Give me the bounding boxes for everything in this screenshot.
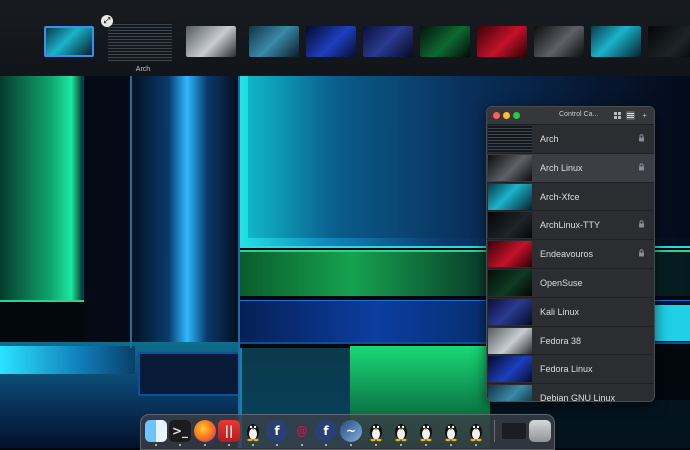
space-thumbnail-desktop-10[interactable] [591, 26, 641, 57]
control-center-window: Control Ca... + Arch Arch Linux Arch-Xfce A… [486, 106, 655, 402]
vm-list-item[interactable]: Kali Linux [487, 298, 654, 327]
tux-vm-1-icon[interactable] [242, 420, 264, 442]
running-indicator [276, 444, 278, 446]
fedora-vm-1-icon[interactable]: f [266, 420, 288, 442]
space-thumbnail-desktop-3[interactable] [186, 26, 236, 57]
wallpaper-blue-bar [130, 76, 240, 346]
vm-list-item[interactable]: Arch [487, 125, 654, 154]
grid-view-icon[interactable] [613, 111, 622, 120]
tux-vm-4-icon[interactable] [415, 420, 437, 442]
wallpaper-green-panel [0, 76, 84, 301]
vm-name: Kali Linux [540, 306, 580, 317]
vm-name: Debian GNU Linux [540, 393, 616, 402]
vm-thumbnail [488, 327, 532, 354]
tux-vm-6-icon[interactable] [465, 420, 487, 442]
running-indicator [252, 444, 254, 446]
vm-thumbnail [488, 126, 532, 152]
kali-vm-icon[interactable]: ~ [340, 420, 362, 442]
parallels-icon[interactable]: || [218, 420, 240, 442]
vm-thumbnail [488, 212, 532, 239]
tux-vm-3-icon[interactable] [390, 420, 412, 442]
space-thumbnail-desktop-5[interactable] [306, 26, 356, 57]
wallpaper-line [238, 76, 240, 448]
vm-name: Arch [540, 134, 559, 144]
space-label: Arch [135, 66, 151, 73]
vm-name: OpenSuse [540, 277, 583, 288]
space-thumbnail-desktop-9[interactable] [534, 26, 584, 57]
desktop-folder-icon[interactable] [502, 423, 526, 439]
wallpaper-line [0, 300, 84, 302]
space-thumbnail-desktop-11[interactable] [648, 26, 690, 57]
fedora-vm-2-icon[interactable]: f [315, 420, 337, 442]
window-titlebar[interactable]: Control Ca... + [487, 107, 654, 125]
trash-icon[interactable] [529, 420, 551, 442]
wallpaper-bottom-box [138, 352, 240, 396]
vm-list-item[interactable]: Fedora Linux [487, 355, 654, 385]
running-indicator [155, 444, 157, 446]
vm-thumbnail [488, 183, 532, 210]
tux-vm-2-icon[interactable] [365, 420, 387, 442]
space-thumbnail-desktop-6[interactable] [363, 26, 413, 57]
dock: >_ || f @ f ~ [140, 414, 555, 450]
running-indicator [425, 444, 427, 446]
lock-icon [638, 163, 645, 171]
vm-list: Arch Arch Linux Arch-Xfce ArchLinux-TTY Ende… [487, 125, 654, 402]
vm-name: Arch Linux [540, 162, 583, 173]
firefox-icon[interactable] [194, 420, 216, 442]
wallpaper-line [130, 76, 132, 348]
vm-thumbnail [488, 241, 532, 268]
vm-name: Fedora Linux [540, 364, 593, 375]
wallpaper-dark-strip [84, 76, 130, 346]
wallpaper-bottom-highlight [0, 346, 135, 374]
mission-control-spaces-bar: ⤢ Arch [0, 0, 690, 76]
space-thumbnail-desktop-4[interactable] [249, 26, 299, 57]
running-indicator [179, 444, 181, 446]
space-thumbnail-desktop-1[interactable] [44, 26, 94, 57]
list-view-icon[interactable] [626, 111, 635, 120]
running-indicator [375, 444, 377, 446]
vm-name: Endeavouros [540, 249, 594, 260]
vm-list-item[interactable]: Fedora 38 [487, 327, 654, 356]
close-button[interactable] [493, 112, 500, 119]
running-indicator [350, 444, 352, 446]
vm-thumbnail [488, 298, 532, 325]
vm-list-item[interactable]: OpenSuse [487, 269, 654, 298]
vm-list-item[interactable]: Debian GNU Linux [487, 384, 654, 402]
dock-separator [494, 420, 495, 442]
vm-thumbnail [488, 154, 532, 181]
terminal-icon[interactable]: >_ [169, 420, 191, 442]
vm-list-item[interactable]: Endeavouros [487, 240, 654, 269]
minimize-button[interactable] [503, 112, 510, 119]
vm-thumbnail [488, 385, 532, 401]
finder-icon[interactable] [145, 420, 167, 442]
vm-list-item[interactable]: Arch Linux [487, 153, 654, 183]
vm-thumbnail [488, 269, 532, 296]
running-indicator [325, 444, 327, 446]
vm-name: Fedora 38 [540, 335, 582, 346]
window-title: Control Ca... [559, 111, 599, 118]
add-vm-button[interactable]: + [640, 111, 649, 120]
vm-list-item[interactable]: Arch-Xfce [487, 183, 654, 212]
space-thumbnail-arch[interactable] [108, 22, 172, 62]
running-indicator [301, 444, 303, 446]
running-indicator [228, 444, 230, 446]
lock-icon [638, 249, 645, 257]
vm-thumbnail [488, 356, 532, 383]
debian-vm-icon[interactable]: @ [291, 420, 313, 442]
space-thumbnail-desktop-8[interactable] [477, 26, 527, 57]
running-indicator [400, 444, 402, 446]
vm-list-item[interactable]: ArchLinux-TTY [487, 211, 654, 241]
wallpaper-cyan-tip [650, 305, 690, 341]
lock-icon [638, 134, 645, 142]
running-indicator [204, 444, 206, 446]
tux-vm-5-icon[interactable] [440, 420, 462, 442]
running-indicator [475, 444, 477, 446]
zoom-button[interactable] [513, 112, 520, 119]
space-thumbnail-desktop-7[interactable] [420, 26, 470, 57]
vm-name: ArchLinux-TTY [540, 220, 601, 231]
lock-icon [638, 220, 645, 228]
exit-fullscreen-icon[interactable]: ⤢ [101, 15, 113, 27]
vm-name: Arch-Xfce [540, 191, 580, 202]
running-indicator [450, 444, 452, 446]
